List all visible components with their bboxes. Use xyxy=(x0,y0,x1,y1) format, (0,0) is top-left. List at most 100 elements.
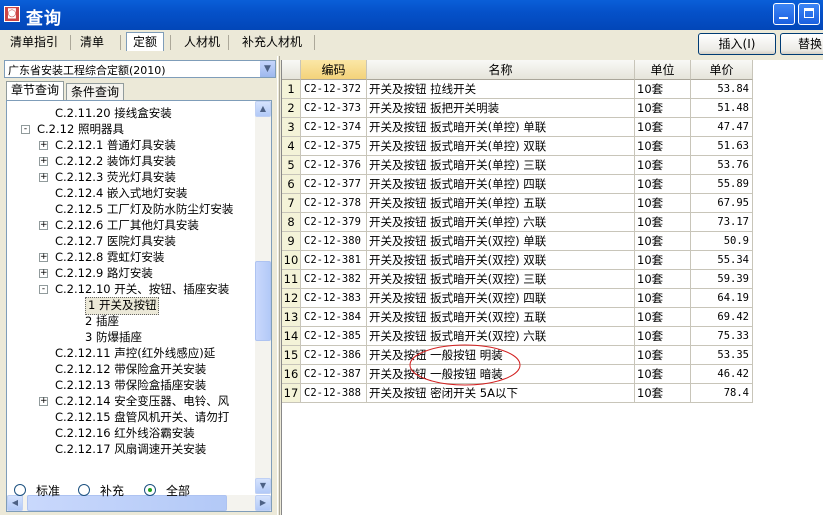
row-number[interactable]: 15 xyxy=(282,346,301,365)
table-row[interactable]: 10 C2-12-381 开关及按钮 扳式暗开关(双控) 双联 10套 55.34 xyxy=(282,251,753,270)
cell-price[interactable]: 53.84 xyxy=(691,80,753,99)
tab-quota[interactable]: 定额 xyxy=(126,32,165,51)
expand-icon[interactable]: + xyxy=(39,253,48,262)
row-number[interactable]: 3 xyxy=(282,118,301,137)
row-number[interactable]: 6 xyxy=(282,175,301,194)
cell-code[interactable]: C2-12-382 xyxy=(301,270,367,289)
row-number[interactable]: 17 xyxy=(282,384,301,403)
expand-icon[interactable]: + xyxy=(39,269,48,278)
row-number[interactable]: 16 xyxy=(282,365,301,384)
cell-unit[interactable]: 10套 xyxy=(635,213,691,232)
row-number[interactable]: 12 xyxy=(282,289,301,308)
cell-code[interactable]: C2-12-388 xyxy=(301,384,367,403)
row-number[interactable]: 7 xyxy=(282,194,301,213)
table-row[interactable]: 7 C2-12-378 开关及按钮 扳式暗开关(单控) 五联 10套 67.95 xyxy=(282,194,753,213)
cell-code[interactable]: C2-12-375 xyxy=(301,137,367,156)
table-row[interactable]: 3 C2-12-374 开关及按钮 扳式暗开关(单控) 单联 10套 47.47 xyxy=(282,118,753,137)
tree-node[interactable]: 3 防爆插座 xyxy=(85,329,142,345)
cell-code[interactable]: C2-12-373 xyxy=(301,99,367,118)
cell-unit[interactable]: 10套 xyxy=(635,384,691,403)
tree-node[interactable]: C.2.12.7 医院灯具安装 xyxy=(55,233,176,249)
cell-price[interactable]: 69.42 xyxy=(691,308,753,327)
radio-standard[interactable]: 标准 xyxy=(14,482,84,498)
tree-node[interactable]: C.2.12.9 路灯安装 xyxy=(55,265,153,281)
cell-unit[interactable]: 10套 xyxy=(635,308,691,327)
cell-name[interactable]: 开关及按钮 扳式暗开关(双控) 五联 xyxy=(367,308,635,327)
cell-code[interactable]: C2-12-372 xyxy=(301,80,367,99)
scroll-right-icon[interactable]: ▶ xyxy=(255,495,271,511)
tree-node[interactable]: C.2.12.15 盘管风机开关、请勿打 xyxy=(55,409,229,425)
tree-node[interactable]: C.2.12.6 工厂其他灯具安装 xyxy=(55,217,199,233)
cell-unit[interactable]: 10套 xyxy=(635,232,691,251)
cell-price[interactable]: 55.34 xyxy=(691,251,753,270)
tab-list-guide[interactable]: 清单指引 xyxy=(4,33,64,51)
header-price[interactable]: 单价 xyxy=(691,60,753,80)
radio-all-circle[interactable] xyxy=(144,484,156,496)
radio-supplementary-circle[interactable] xyxy=(78,484,90,496)
tree-node[interactable]: C.2.12 照明器具 xyxy=(37,121,124,137)
cell-code[interactable]: C2-12-381 xyxy=(301,251,367,270)
header-name[interactable]: 名称 xyxy=(367,60,635,80)
row-number[interactable]: 13 xyxy=(282,308,301,327)
cell-unit[interactable]: 10套 xyxy=(635,365,691,384)
cell-unit[interactable]: 10套 xyxy=(635,251,691,270)
row-number[interactable]: 11 xyxy=(282,270,301,289)
tab-labor-material[interactable]: 人材机 xyxy=(178,33,226,51)
replace-button[interactable]: 替换 xyxy=(780,33,823,55)
table-row[interactable]: 2 C2-12-373 开关及按钮 扳把开关明装 10套 51.48 xyxy=(282,99,753,118)
minimize-button[interactable] xyxy=(773,3,795,25)
cell-price[interactable]: 64.19 xyxy=(691,289,753,308)
row-number[interactable]: 10 xyxy=(282,251,301,270)
cell-unit[interactable]: 10套 xyxy=(635,327,691,346)
tree-vertical-scrollbar[interactable]: ▲ ▼ xyxy=(255,101,271,494)
cell-code[interactable]: C2-12-376 xyxy=(301,156,367,175)
row-number[interactable]: 9 xyxy=(282,232,301,251)
tree-node[interactable]: C.2.12.1 普通灯具安装 xyxy=(55,137,176,153)
cell-price[interactable]: 73.17 xyxy=(691,213,753,232)
expand-icon[interactable]: + xyxy=(39,397,48,406)
cell-code[interactable]: C2-12-378 xyxy=(301,194,367,213)
tree-node[interactable]: C.2.12.10 开关、按钮、插座安装 xyxy=(55,281,229,297)
cell-price[interactable]: 53.35 xyxy=(691,346,753,365)
collapse-icon[interactable]: - xyxy=(21,125,30,134)
cell-unit[interactable]: 10套 xyxy=(635,270,691,289)
scroll-thumb[interactable] xyxy=(255,261,271,341)
cell-code[interactable]: C2-12-379 xyxy=(301,213,367,232)
row-number[interactable]: 14 xyxy=(282,327,301,346)
cell-code[interactable]: C2-12-374 xyxy=(301,118,367,137)
cell-price[interactable]: 53.76 xyxy=(691,156,753,175)
cell-code[interactable]: C2-12-385 xyxy=(301,327,367,346)
cell-name[interactable]: 开关及按钮 扳式暗开关(单控) 六联 xyxy=(367,213,635,232)
table-row[interactable]: 12 C2-12-383 开关及按钮 扳式暗开关(双控) 四联 10套 64.19 xyxy=(282,289,753,308)
table-row[interactable]: 4 C2-12-375 开关及按钮 扳式暗开关(单控) 双联 10套 51.63 xyxy=(282,137,753,156)
tree-node[interactable]: C.2.12.4 嵌入式地灯安装 xyxy=(55,185,187,201)
tab-supplementary-material[interactable]: 补充人材机 xyxy=(236,33,308,51)
row-number[interactable]: 8 xyxy=(282,213,301,232)
cell-name[interactable]: 开关及按钮 扳式暗开关(双控) 三联 xyxy=(367,270,635,289)
row-number[interactable]: 4 xyxy=(282,137,301,156)
radio-supplementary[interactable]: 补充 xyxy=(78,482,148,498)
maximize-button[interactable] xyxy=(798,3,820,25)
cell-unit[interactable]: 10套 xyxy=(635,137,691,156)
cell-price[interactable]: 75.33 xyxy=(691,327,753,346)
cell-unit[interactable]: 10套 xyxy=(635,118,691,137)
table-row[interactable]: 11 C2-12-382 开关及按钮 扳式暗开关(双控) 三联 10套 59.39 xyxy=(282,270,753,289)
tree-node[interactable]: 2 插座 xyxy=(85,313,119,329)
cell-code[interactable]: C2-12-383 xyxy=(301,289,367,308)
row-number[interactable]: 1 xyxy=(282,80,301,99)
radio-standard-circle[interactable] xyxy=(14,484,26,496)
tree-node[interactable]: C.2.12.17 风扇调速开关安装 xyxy=(55,441,206,457)
cell-name[interactable]: 开关及按钮 扳式暗开关(单控) 双联 xyxy=(367,137,635,156)
cell-unit[interactable]: 10套 xyxy=(635,289,691,308)
cell-name[interactable]: 开关及按钮 扳式暗开关(单控) 单联 xyxy=(367,118,635,137)
cell-price[interactable]: 51.48 xyxy=(691,99,753,118)
cell-code[interactable]: C2-12-380 xyxy=(301,232,367,251)
cell-price[interactable]: 46.42 xyxy=(691,365,753,384)
splitter[interactable] xyxy=(277,56,280,515)
tree-node[interactable]: C.2.12.16 红外线浴霸安装 xyxy=(55,425,195,441)
cell-price[interactable]: 47.47 xyxy=(691,118,753,137)
cell-price[interactable]: 59.39 xyxy=(691,270,753,289)
cell-unit[interactable]: 10套 xyxy=(635,80,691,99)
cell-unit[interactable]: 10套 xyxy=(635,346,691,365)
table-row[interactable]: 8 C2-12-379 开关及按钮 扳式暗开关(单控) 六联 10套 73.17 xyxy=(282,213,753,232)
